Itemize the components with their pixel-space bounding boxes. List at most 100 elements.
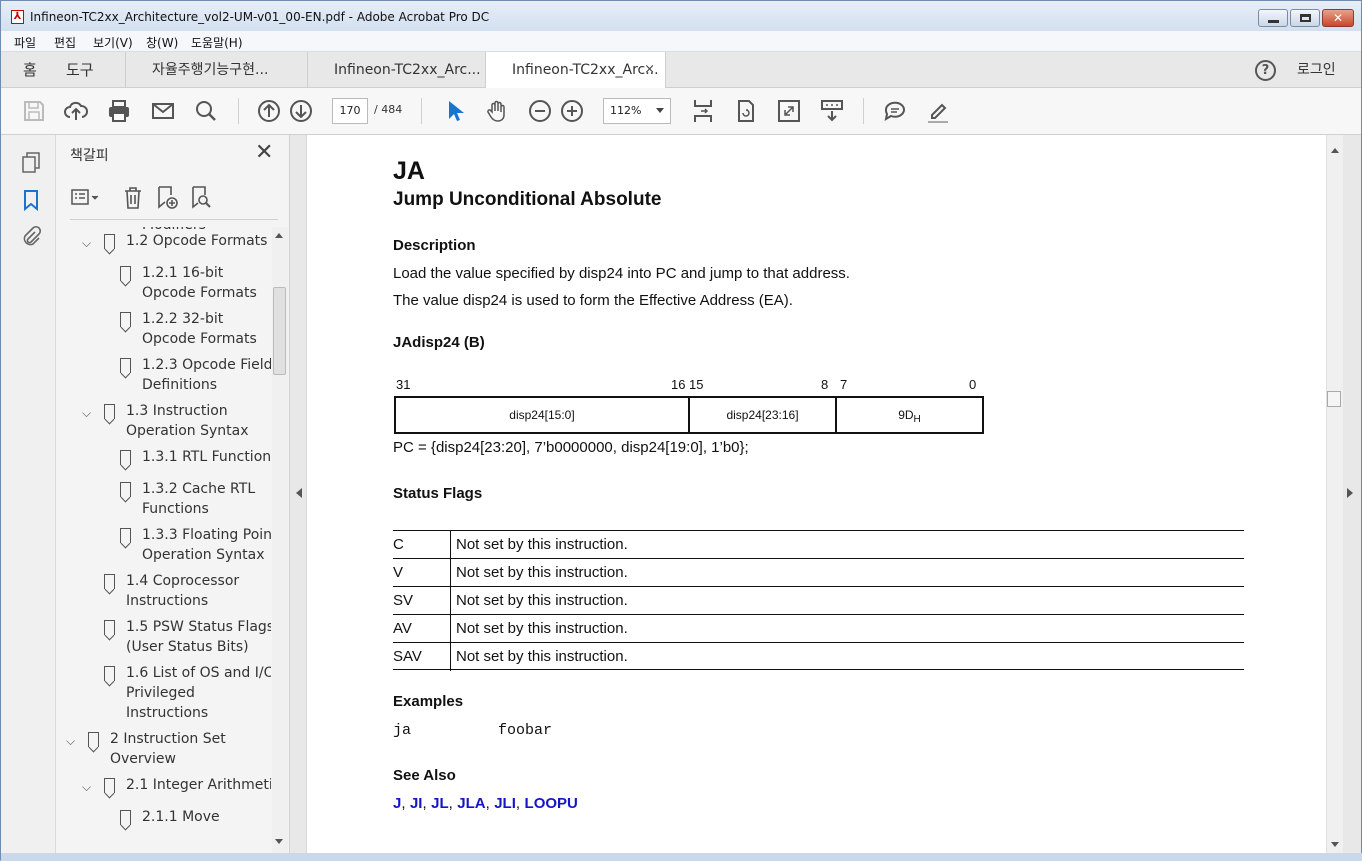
bookmark-options-icon[interactable]	[70, 185, 99, 211]
expand-right-panel-icon[interactable]	[1347, 488, 1353, 498]
column-divider	[450, 643, 451, 671]
bit-label: 8	[821, 377, 829, 392]
chevron-down-icon[interactable]: ⌵	[82, 403, 91, 423]
document-tab-2[interactable]: Infineon-TC2xx_Arc...	[307, 52, 485, 88]
scroll-down-arrow-icon[interactable]	[1331, 842, 1339, 847]
zoom-level-select[interactable]: 112%	[603, 98, 671, 124]
bookmark-tree: Modifiers ⌵ 1.2 Opcode Formats 1.2.1 16-…	[56, 227, 271, 849]
chevron-down-icon[interactable]: ⌵	[82, 233, 91, 253]
bookmarks-panel: 책갈피 ✕ Modifiers ⌵ 1.2 Opcode Formats	[56, 135, 290, 853]
maximize-button[interactable]	[1290, 9, 1320, 27]
flag-description: Not set by this instruction.	[456, 564, 628, 581]
close-icon[interactable]: ✕	[255, 142, 273, 164]
cloud-upload-icon[interactable]	[63, 98, 89, 124]
see-also-link-jla[interactable]: JLA	[457, 795, 485, 812]
see-also-link-ji[interactable]: JI	[410, 795, 423, 812]
bookmark-icon	[120, 528, 131, 543]
chevron-down-icon[interactable]: ⌵	[66, 731, 75, 751]
menu-window[interactable]: 창(W)	[146, 34, 178, 51]
flag-name: AV	[393, 620, 412, 637]
close-window-button[interactable]: ✕	[1322, 9, 1354, 27]
document-tab-1[interactable]: 자율주행기능구현...	[125, 52, 307, 88]
bookmark-label-line2: Opcode Formats	[142, 285, 257, 301]
see-also-heading: See Also	[393, 767, 456, 784]
bookmarks-scrollbar-thumb[interactable]	[273, 287, 286, 375]
example-opcode: ja	[393, 722, 412, 739]
rotate-page-icon[interactable]	[733, 98, 759, 124]
attachments-icon[interactable]	[20, 225, 42, 247]
new-bookmark-icon[interactable]	[154, 185, 180, 211]
flag-name: SV	[393, 592, 414, 609]
chevron-down-icon	[656, 108, 664, 113]
column-divider	[450, 559, 451, 587]
document-tab-label: Infineon-TC2xx_Arc...	[512, 62, 659, 78]
bookmark-label-line2: Operation Syntax	[126, 423, 249, 439]
table-row: AV Not set by this instruction.	[393, 614, 1244, 643]
menu-view[interactable]: 보기(V)	[93, 34, 133, 51]
zoom-in-icon[interactable]	[559, 98, 585, 124]
search-icon[interactable]	[193, 98, 219, 124]
tab-close-icon[interactable]: ×	[644, 52, 655, 88]
bookmarks-toolbar	[70, 182, 278, 220]
bookmark-label-line2: Opcode Formats	[142, 331, 257, 347]
save-icon[interactable]	[21, 98, 47, 124]
select-cursor-icon[interactable]	[442, 98, 468, 124]
window-title: Infineon-TC2xx_Architecture_vol2-UM-v01_…	[30, 10, 490, 24]
bookmark-label: 2 Instruction Set	[110, 731, 226, 747]
toolbar-divider	[863, 98, 864, 124]
bookmarks-panel-icon[interactable]	[20, 189, 42, 212]
bookmark-icon	[120, 266, 131, 281]
hand-tool-icon[interactable]	[485, 98, 511, 124]
chevron-down-icon[interactable]: ⌵	[82, 777, 91, 797]
flag-description: Not set by this instruction.	[456, 648, 628, 665]
page-total-label: / 484	[374, 103, 403, 116]
comment-icon[interactable]	[882, 98, 908, 124]
full-screen-icon[interactable]	[776, 98, 802, 124]
scroll-mode-icon[interactable]	[819, 98, 845, 124]
scroll-down-arrow-icon[interactable]	[275, 839, 283, 844]
menu-edit[interactable]: 편집	[54, 34, 76, 51]
document-tab-3-active[interactable]: Infineon-TC2xx_Arc... ×	[485, 52, 666, 89]
page-thumbnails-icon[interactable]	[20, 151, 42, 173]
document-tab-label: 자율주행기능구현...	[152, 62, 269, 78]
help-icon[interactable]: ?	[1255, 60, 1276, 81]
scroll-up-arrow-icon[interactable]	[275, 233, 283, 238]
see-also-link-loopu[interactable]: LOOPU	[525, 795, 578, 812]
login-button[interactable]: 로그인	[1297, 52, 1336, 88]
instruction-mnemonic: JA	[393, 157, 425, 185]
column-divider	[450, 531, 451, 559]
syntax-heading: JAdisp24 (B)	[393, 334, 485, 351]
document-scrollbar-thumb[interactable]	[1327, 391, 1341, 407]
delete-bookmark-icon[interactable]	[120, 185, 146, 211]
bookmark-label: 1.2.2 32-bit	[142, 311, 224, 327]
see-also-link-jli[interactable]: JLI	[494, 795, 516, 812]
next-page-icon[interactable]	[288, 98, 314, 124]
zoom-out-icon[interactable]	[527, 98, 553, 124]
find-bookmark-icon[interactable]	[188, 185, 214, 211]
email-icon[interactable]	[150, 98, 176, 124]
home-tab[interactable]: 홈	[23, 52, 37, 88]
menu-file[interactable]: 파일	[14, 34, 36, 51]
print-icon[interactable]	[106, 98, 132, 124]
highlight-pen-icon[interactable]	[925, 98, 951, 124]
menu-help[interactable]: 도움말(H)	[191, 34, 243, 51]
bookmark-label: 1.3.2 Cache RTL	[142, 481, 256, 497]
link-separator: ,	[485, 795, 490, 812]
bookmark-label-line2: Privileged	[126, 685, 195, 701]
see-also-link-jl[interactable]: JL	[431, 795, 449, 812]
bookmark-label: 1.5 PSW Status Flags	[126, 619, 271, 635]
link-separator: ,	[422, 795, 427, 812]
bookmark-label: 1.3 Instruction	[126, 403, 228, 419]
minimize-button[interactable]	[1258, 9, 1288, 27]
collapse-left-panel-icon[interactable]	[296, 488, 302, 498]
tools-tab[interactable]: 도구	[66, 52, 94, 88]
example-operand: foobar	[498, 722, 553, 739]
document-scrollbar[interactable]	[1326, 135, 1343, 853]
bookmark-label: 1.2 Opcode Formats	[126, 233, 268, 249]
encoding-field: disp24[23:16]	[690, 398, 837, 432]
scroll-up-arrow-icon[interactable]	[1331, 148, 1339, 153]
fit-page-icon[interactable]	[690, 98, 716, 124]
bookmark-label-line2: (User Status Bits)	[126, 639, 249, 655]
previous-page-icon[interactable]	[256, 98, 282, 124]
page-number-input[interactable]: 170	[332, 98, 368, 124]
